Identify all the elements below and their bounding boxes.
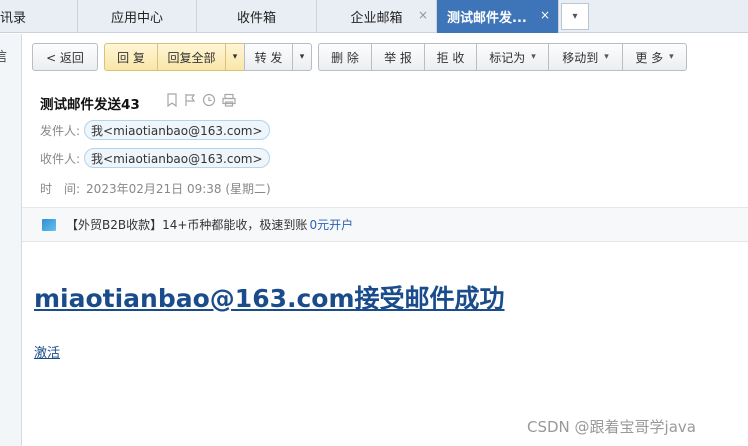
time-row: 时 间: 2023年02月21日 09:38 (星期二)	[40, 180, 271, 197]
toolbar: < 返回 回 复 回复全部 ▾ 转 发 ▾ 删 除 举 报 拒 收 标记为 ▾ 移…	[22, 34, 748, 80]
chevron-down-icon: ▾	[531, 52, 536, 62]
tab-app-center[interactable]: 应用中心	[78, 0, 197, 33]
ad-icon	[42, 218, 56, 231]
tab-label: 应用中心	[110, 11, 163, 26]
activate-link[interactable]: 激活	[34, 342, 60, 361]
chevron-down-icon: ▾	[572, 11, 578, 22]
mail-body-title[interactable]: miaotianbao@163.com接受邮件成功	[34, 279, 505, 315]
sender-row: 发件人: 我<miaotianbao@163.com>	[40, 120, 270, 140]
tab-label: 企业邮箱	[350, 11, 403, 26]
mail-subject: 测试邮件发送43	[40, 97, 140, 113]
report-label: 举 报	[384, 50, 412, 65]
sidebar: 信	[0, 34, 22, 446]
chevron-down-icon: ▾	[299, 52, 305, 62]
forward-label: 转 发	[254, 50, 283, 65]
more-label: 更 多	[635, 50, 664, 65]
more-button[interactable]: 更 多 ▾	[622, 43, 687, 71]
tab-inbox[interactable]: 收件箱	[197, 0, 317, 33]
recipient-address[interactable]: 我<miaotianbao@163.com>	[84, 148, 270, 168]
recipient-label: 收件人:	[40, 151, 81, 166]
report-button[interactable]: 举 报	[371, 43, 424, 71]
sender-address[interactable]: 我<miaotianbao@163.com>	[84, 120, 270, 140]
tab-label: 收件箱	[236, 11, 276, 26]
back-label: < 返回	[46, 50, 84, 65]
flag-icon[interactable]	[184, 93, 196, 107]
reply-button[interactable]: 回 复	[104, 43, 157, 71]
mark-as-button[interactable]: 标记为 ▾	[476, 43, 548, 71]
sidebar-label[interactable]: 信	[0, 46, 7, 65]
tab-enterprise-mail[interactable]: 企业邮箱 ×	[317, 0, 437, 33]
reject-label: 拒 收	[436, 50, 465, 65]
close-icon[interactable]: ×	[418, 8, 428, 22]
tab-label: 测试邮件发...	[447, 11, 527, 26]
ad-link[interactable]: 0元开户	[309, 216, 353, 233]
time-label: 时 间:	[40, 182, 81, 196]
chevron-down-icon: ▾	[669, 52, 674, 62]
recipient-row: 收件人: 我<miaotianbao@163.com>	[40, 148, 270, 168]
mark-as-label: 标记为	[489, 50, 526, 65]
forward-button[interactable]: 转 发	[244, 43, 292, 71]
tab-list-dropdown-button[interactable]: ▾	[561, 3, 589, 30]
tab-current-mail[interactable]: 测试邮件发... ×	[437, 0, 559, 33]
delete-label: 删 除	[331, 50, 359, 65]
reply-all-button[interactable]: 回复全部	[157, 43, 225, 71]
bookmark-icon[interactable]	[166, 93, 178, 107]
delete-button[interactable]: 删 除	[318, 43, 371, 71]
ad-banner: 【外贸B2B收款】14+币种都能收，极速到账 0元开户	[22, 208, 748, 242]
tab-bar: 通讯录 应用中心 收件箱 企业邮箱 × 测试邮件发... × ▾	[0, 0, 748, 33]
sender-label: 发件人:	[40, 123, 81, 138]
reply-dropdown-button[interactable]: ▾	[225, 43, 244, 71]
close-icon[interactable]: ×	[540, 8, 550, 22]
move-to-label: 移动到	[562, 50, 599, 65]
ad-text: 【外贸B2B收款】14+币种都能收，极速到账	[66, 218, 308, 232]
move-to-button[interactable]: 移动到 ▾	[548, 43, 622, 71]
print-icon[interactable]	[222, 93, 236, 107]
clock-icon[interactable]	[202, 93, 216, 107]
chevron-down-icon: ▾	[604, 52, 609, 62]
reject-button[interactable]: 拒 收	[424, 43, 476, 71]
watermark: CSDN @跟着宝哥学java	[527, 418, 696, 436]
tab-label: 通讯录	[0, 11, 27, 26]
reply-all-label: 回复全部	[167, 50, 216, 65]
tab-contacts[interactable]: 通讯录	[0, 0, 78, 33]
time-value: 2023年02月21日 09:38 (星期二)	[86, 182, 271, 196]
back-button[interactable]: < 返回	[32, 43, 98, 71]
forward-dropdown-button[interactable]: ▾	[292, 43, 312, 71]
subject-actions	[166, 93, 236, 107]
reply-label: 回 复	[117, 50, 145, 65]
chevron-down-icon: ▾	[232, 52, 238, 62]
